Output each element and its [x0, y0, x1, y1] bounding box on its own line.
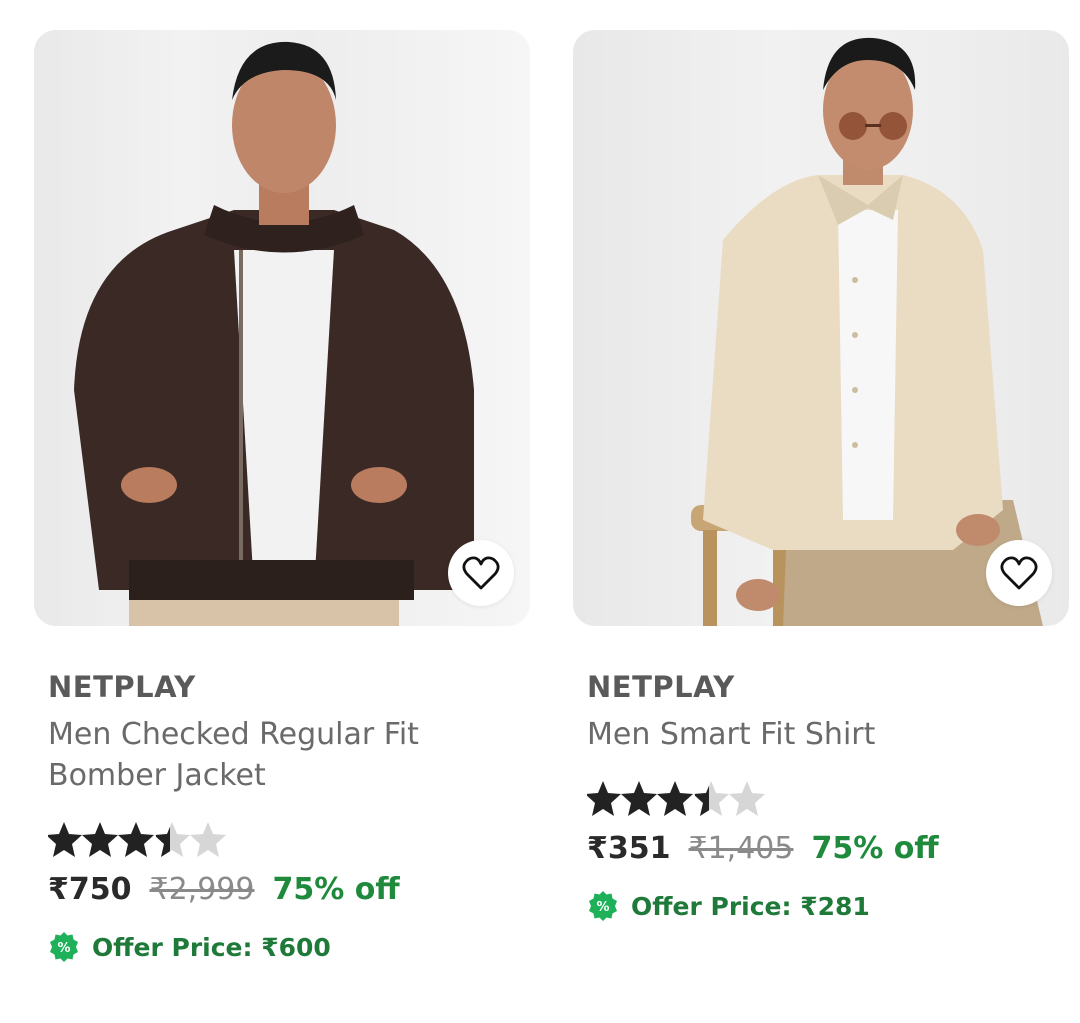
heart-outline-icon	[1000, 556, 1038, 590]
svg-text:%: %	[57, 941, 70, 956]
selling-price: ₹351	[587, 831, 671, 866]
offer-price: Offer Price: ₹281	[631, 891, 870, 921]
half-star-icon	[693, 781, 729, 816]
product-card[interactable]: NETPLAY Men Smart Fit Shirt ₹351 ₹1,405 …	[573, 30, 1069, 922]
discount-label: 75% off	[272, 872, 400, 907]
discount-label: 75% off	[811, 831, 939, 866]
offer-badge-icon: %	[589, 891, 617, 921]
star-rating	[48, 822, 226, 857]
brand-name: NETPLAY	[48, 670, 196, 704]
rating-stars	[48, 820, 530, 860]
star-icon	[621, 781, 657, 816]
original-price: ₹2,999	[149, 872, 255, 907]
star-icon	[657, 781, 693, 816]
model-photo	[74, 41, 474, 626]
wishlist-button[interactable]	[448, 540, 514, 606]
product-image[interactable]	[573, 30, 1069, 626]
product-card[interactable]: NETPLAY Men Checked Regular Fit Bomber J…	[34, 30, 530, 963]
offer-price: Offer Price: ₹600	[92, 932, 331, 962]
offer-price-row: % Offer Price: ₹600	[48, 931, 530, 963]
brand-name: NETPLAY	[587, 670, 735, 704]
star-rating	[587, 781, 765, 816]
heart-outline-icon	[462, 556, 500, 590]
svg-text:%: %	[596, 900, 609, 915]
original-price: ₹1,405	[688, 831, 794, 866]
price-row: ₹750 ₹2,999 75% off	[48, 872, 530, 907]
offer-price-row: % Offer Price: ₹281	[587, 890, 1069, 922]
star-icon	[82, 822, 118, 857]
empty-star-icon	[729, 781, 765, 816]
offer-badge-icon: %	[50, 932, 78, 962]
product-title[interactable]: Men Smart Fit Shirt	[587, 714, 1027, 755]
star-icon	[48, 822, 82, 857]
price-row: ₹351 ₹1,405 75% off	[587, 831, 1069, 866]
rating-stars	[587, 779, 1069, 819]
empty-star-icon	[190, 822, 226, 857]
product-title[interactable]: Men Checked Regular Fit Bomber Jacket	[48, 714, 488, 796]
star-icon	[118, 822, 154, 857]
product-image[interactable]	[34, 30, 530, 626]
selling-price: ₹750	[48, 872, 132, 907]
wishlist-button[interactable]	[986, 540, 1052, 606]
model-photo	[691, 37, 1043, 626]
half-star-icon	[154, 822, 190, 857]
star-icon	[587, 781, 621, 816]
